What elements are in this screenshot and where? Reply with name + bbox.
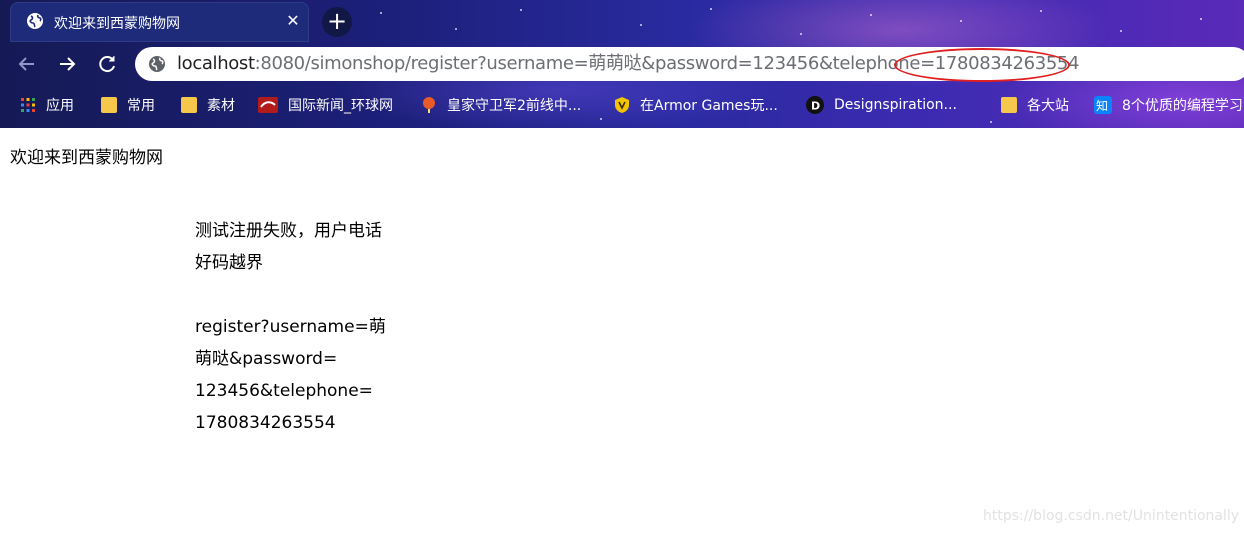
bookmark-label: 应用 [46, 98, 74, 114]
bookmark-folder-gedazhan[interactable]: 各大站 [1001, 94, 1069, 116]
star-decoration [640, 24, 642, 26]
huanqiu-icon [258, 97, 278, 113]
bookmark-armor-games[interactable]: 在Armor Games玩... [614, 94, 778, 116]
message-line: 测试注册失败，用户电话 [195, 221, 382, 241]
folder-icon [101, 97, 117, 113]
bookmark-folder-changyong[interactable]: 常用 [101, 94, 155, 116]
bookmark-label: 各大站 [1027, 98, 1069, 114]
site-globe-icon[interactable] [148, 55, 166, 73]
designspiration-icon: D [806, 96, 824, 114]
url-host: localhost [177, 53, 255, 74]
globe-icon [27, 13, 43, 29]
bookmark-label: 8个优质的编程学习 [1122, 98, 1243, 114]
message-line: 好码越界 [195, 253, 263, 273]
svg-text:D: D [811, 100, 820, 113]
star-decoration [380, 12, 382, 14]
url-echo-line: 123456&telephone= [195, 381, 373, 401]
bookmark-zhihu[interactable]: 知 8个优质的编程学习 [1094, 94, 1243, 116]
bookmark-apps[interactable]: 应用 [20, 94, 74, 116]
url-echo-line: 萌哒&password= [195, 349, 338, 369]
svg-text:知: 知 [1096, 99, 1108, 113]
url-echo-line: 1780834263554 [195, 413, 336, 433]
star-decoration [870, 14, 872, 16]
star-decoration [520, 9, 522, 11]
tab-title: 欢迎来到西蒙购物网 [54, 16, 180, 32]
browser-tab[interactable]: 欢迎来到西蒙购物网 ✕ [10, 2, 309, 42]
page-heading: 欢迎来到西蒙购物网 [10, 148, 163, 168]
bookmark-label: 国际新闻_环球网 [288, 98, 393, 114]
star-decoration [1200, 18, 1202, 20]
bookmark-designspiration[interactable]: D Designspiration... [806, 94, 957, 116]
folder-icon [181, 97, 197, 113]
back-arrow-icon[interactable] [16, 53, 38, 75]
bookmark-huanqiu[interactable]: 国际新闻_环球网 [258, 94, 393, 116]
telephone-highlight-oval [894, 48, 1070, 82]
balloon-icon [423, 97, 435, 113]
apps-grid-icon [21, 98, 35, 112]
star-decoration [710, 8, 712, 10]
star-decoration [1120, 30, 1122, 32]
star-decoration [800, 33, 802, 35]
bookmark-label: 常用 [127, 98, 155, 114]
watermark: https://blog.csdn.net/Unintentionally [983, 508, 1240, 524]
bookmark-label: 皇家守卫军2前线中... [447, 98, 582, 114]
new-tab-button[interactable]: + [322, 7, 352, 37]
address-bar[interactable]: localhost:8080/simonshop/register?userna… [135, 47, 1244, 81]
url-echo-line: register?username=萌 [195, 317, 386, 337]
bookmarks-bar: 应用 常用 素材 国际新闻_环球网 皇家守卫军2前线中... 在Armor Ga… [0, 88, 1244, 122]
folder-icon [1001, 97, 1017, 113]
star-decoration [455, 28, 457, 30]
bookmark-label: 在Armor Games玩... [640, 98, 778, 114]
bookmark-kingdom-rush[interactable]: 皇家守卫军2前线中... [421, 94, 581, 116]
bookmark-label: 素材 [207, 98, 235, 114]
error-message: 测试注册失败，用户电话 好码越界 register?username=萌 萌哒&… [195, 215, 400, 439]
zhihu-icon: 知 [1094, 96, 1112, 114]
bookmark-label: Designspiration... [834, 97, 957, 113]
star-decoration [960, 20, 962, 22]
close-tab-icon[interactable]: ✕ [284, 12, 302, 30]
forward-arrow-icon[interactable] [56, 53, 78, 75]
star-decoration [1040, 10, 1042, 12]
bookmark-folder-sucai[interactable]: 素材 [181, 94, 235, 116]
browser-chrome: 欢迎来到西蒙购物网 ✕ + localhost:8080/simonshop/r… [0, 0, 1244, 128]
armor-shield-icon [615, 97, 629, 113]
reload-icon[interactable] [96, 53, 118, 75]
